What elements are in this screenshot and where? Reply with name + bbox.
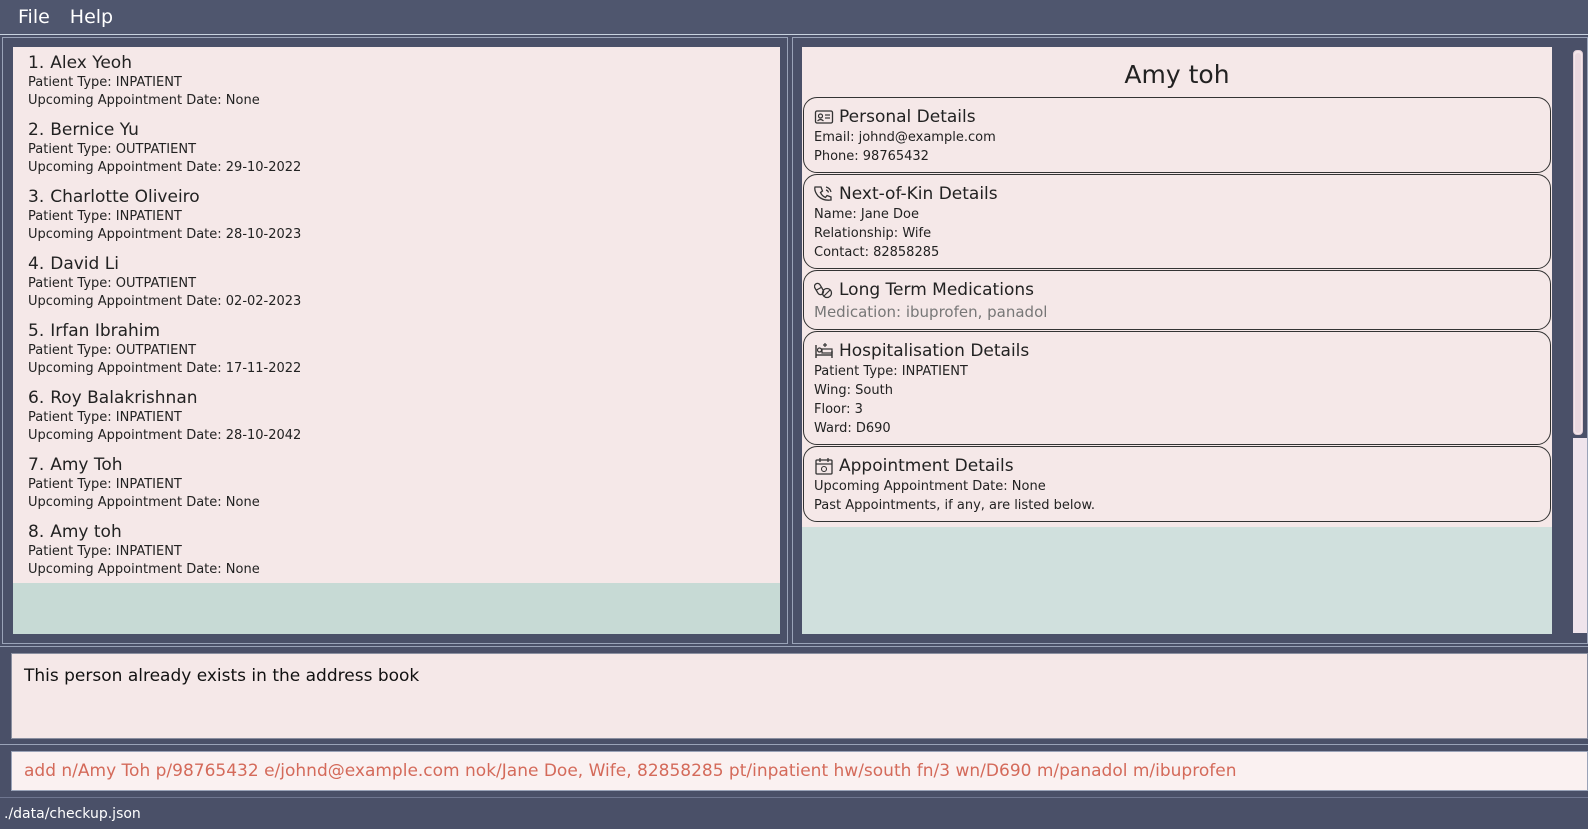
patient-list[interactable]: 1. Alex Yeoh Patient Type: INPATIENT Upco…	[13, 47, 780, 634]
command-box-panel	[0, 744, 1588, 794]
next-of-kin-title: Next-of-Kin Details	[839, 184, 998, 204]
patient-detail[interactable]: Amy toh Personal Details Email: johnd@ex…	[802, 47, 1552, 634]
patient-appointment: Upcoming Appointment Date: None	[28, 93, 260, 108]
detail-scrollbar[interactable]	[1573, 50, 1583, 435]
patient-type: Patient Type: INPATIENT	[28, 209, 182, 224]
hosp-ward-field: Ward: D690	[814, 421, 891, 436]
patient-type: Patient Type: OUTPATIENT	[28, 276, 197, 291]
patient-name: Roy Balakrishnan	[50, 388, 198, 408]
list-item[interactable]: 6. Roy Balakrishnan Patient Type: INPATIE…	[13, 382, 780, 449]
personal-details-title: Personal Details	[839, 107, 976, 127]
patient-index: 3.	[28, 187, 45, 207]
hosp-wing-field: Wing: South	[814, 383, 893, 398]
list-item[interactable]: 1. Alex Yeoh Patient Type: INPATIENT Upco…	[13, 47, 780, 114]
hospitalisation-title: Hospitalisation Details	[839, 341, 1030, 361]
patient-index: 6.	[28, 388, 45, 408]
patient-name: Alex Yeoh	[50, 53, 132, 73]
phone-field: Phone: 98765432	[814, 149, 929, 164]
patient-list-panel: 1. Alex Yeoh Patient Type: INPATIENT Upco…	[2, 37, 788, 644]
patient-type: Patient Type: INPATIENT	[28, 75, 182, 90]
patient-index: 2.	[28, 120, 45, 140]
personal-details-card: Personal Details Email: johnd@example.co…	[803, 97, 1551, 173]
list-item[interactable]: 5. Irfan Ibrahim Patient Type: OUTPATIENT…	[13, 315, 780, 382]
patient-name: Irfan Ibrahim	[50, 321, 161, 341]
result-display[interactable]: This person already exists in the addres…	[11, 653, 1588, 739]
nok-contact-field: Contact: 82858285	[814, 245, 940, 260]
scroll-thumb[interactable]	[1575, 53, 1581, 433]
list-item[interactable]: 3. Charlotte Oliveiro Patient Type: INPAT…	[13, 181, 780, 248]
patient-type: Patient Type: INPATIENT	[28, 477, 182, 492]
menu-file[interactable]: File	[8, 6, 60, 28]
medications-field: Medication: ibuprofen, panadol	[814, 303, 1048, 321]
patient-appointment: Upcoming Appointment Date: 17-11-2022	[28, 361, 302, 376]
status-bar: ./data/checkup.json	[0, 797, 1588, 829]
patient-appointment: Upcoming Appointment Date: 02-02-2023	[28, 294, 302, 309]
hosp-floor-field: Floor: 3	[814, 402, 863, 417]
patient-type: Patient Type: OUTPATIENT	[28, 343, 197, 358]
calendar-icon	[814, 456, 834, 476]
list-item[interactable]: 4. David Li Patient Type: OUTPATIENT Upco…	[13, 248, 780, 315]
upcoming-appointment-field: Upcoming Appointment Date: None	[814, 479, 1046, 494]
list-item[interactable]: 7. Amy Toh Patient Type: INPATIENT Upcomi…	[13, 449, 780, 516]
patient-appointment: Upcoming Appointment Date: None	[28, 562, 260, 577]
patient-type: Patient Type: INPATIENT	[28, 410, 182, 425]
list-item[interactable]: 2. Bernice Yu Patient Type: OUTPATIENT Up…	[13, 114, 780, 181]
result-display-panel: This person already exists in the addres…	[0, 646, 1588, 742]
patient-type: Patient Type: OUTPATIENT	[28, 142, 197, 157]
patient-appointment: Upcoming Appointment Date: 29-10-2022	[28, 160, 302, 175]
menu-bar: File Help	[0, 0, 1588, 35]
appointment-title: Appointment Details	[839, 456, 1014, 476]
patient-index: 5.	[28, 321, 45, 341]
nok-name-field: Name: Jane Doe	[814, 207, 919, 222]
scroll-track	[1573, 438, 1587, 633]
bed-icon	[814, 341, 834, 361]
nok-relationship-field: Relationship: Wife	[814, 226, 932, 241]
command-input[interactable]	[11, 751, 1588, 791]
patient-appointment: Upcoming Appointment Date: None	[28, 495, 260, 510]
patient-name: Charlotte Oliveiro	[50, 187, 200, 207]
patient-name: David Li	[50, 254, 119, 274]
save-location: ./data/checkup.json	[4, 805, 141, 822]
past-appointments-note: Past Appointments, if any, are listed be…	[814, 498, 1096, 513]
list-item[interactable]: 8. Amy toh Patient Type: INPATIENT Upcomi…	[13, 516, 780, 583]
menu-help[interactable]: Help	[60, 6, 123, 28]
patient-name: Amy toh	[50, 522, 122, 542]
patient-appointment: Upcoming Appointment Date: 28-10-2042	[28, 428, 302, 443]
hospitalisation-card: Hospitalisation Details Patient Type: IN…	[803, 331, 1551, 445]
patient-appointment: Upcoming Appointment Date: 28-10-2023	[28, 227, 302, 242]
medications-title: Long Term Medications	[839, 280, 1034, 300]
phone-icon	[814, 184, 834, 204]
patient-index: 8.	[28, 522, 45, 542]
medications-card: Long Term Medications Medication: ibupro…	[803, 270, 1551, 330]
detail-patient-name: Amy toh	[1124, 60, 1230, 89]
patient-name: Amy Toh	[50, 455, 123, 475]
patient-type: Patient Type: INPATIENT	[28, 544, 182, 559]
patient-index: 7.	[28, 455, 45, 475]
patient-index: 1.	[28, 53, 45, 73]
id-card-icon	[814, 107, 834, 127]
appointment-card: Appointment Details Upcoming Appointment…	[803, 446, 1551, 522]
patient-index: 4.	[28, 254, 45, 274]
pills-icon	[813, 280, 834, 300]
patient-detail-panel: Amy toh Personal Details Email: johnd@ex…	[792, 37, 1588, 644]
email-field: Email: johnd@example.com	[814, 130, 996, 145]
hosp-type-field: Patient Type: INPATIENT	[814, 364, 968, 379]
next-of-kin-card: Next-of-Kin Details Name: Jane Doe Relat…	[803, 174, 1551, 269]
patient-name: Bernice Yu	[50, 120, 139, 140]
